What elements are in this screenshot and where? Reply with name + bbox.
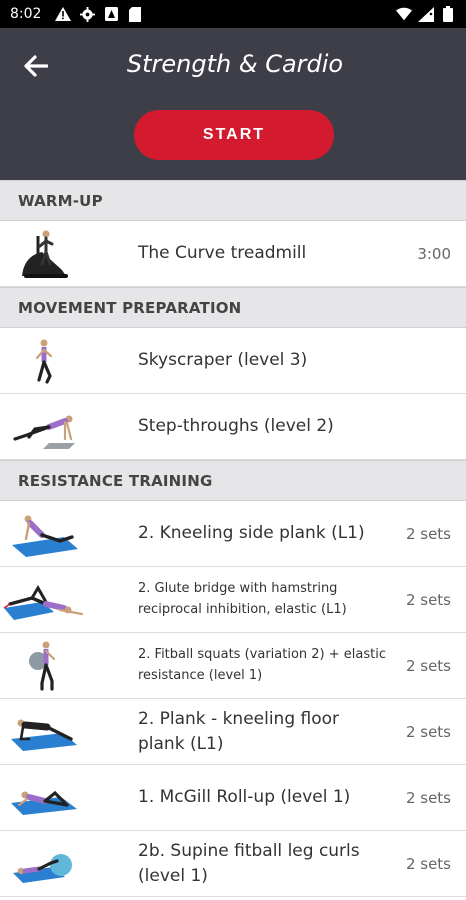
wifi-icon <box>396 6 412 22</box>
exercise-thumbnail-mcgill-roll-up <box>0 765 88 831</box>
exercise-thumbnail-kneeling-floor-plank <box>0 699 88 765</box>
section-header-resistance-training: RESISTANCE TRAINING <box>0 460 466 501</box>
settings-gear-icon <box>79 6 95 22</box>
status-bar: 8:02 <box>0 0 466 28</box>
exercise-thumbnail-supine-fitball-leg-curls <box>0 831 88 897</box>
start-button[interactable]: START <box>134 110 334 160</box>
exercise-name: Skyscraper (level 3) <box>138 350 308 371</box>
exercise-name: 2b. Supine fitball leg curls (level 1) <box>138 840 360 886</box>
signal-icon <box>418 6 434 22</box>
exercise-thumbnail-kneeling-side-plank <box>0 501 88 567</box>
exercise-row[interactable]: 2. Fitball squats (variation 2) + elasti… <box>0 633 466 699</box>
section-header-movement-preparation: MOVEMENT PREPARATION <box>0 287 466 328</box>
sd-card-icon <box>127 6 143 22</box>
exercise-thumbnail-step-throughs <box>0 394 88 460</box>
exercise-row[interactable]: Step-throughs (level 2) <box>0 394 466 460</box>
exercise-thumbnail-glute-bridge <box>0 567 88 633</box>
exercise-sets: 2 sets <box>405 656 451 675</box>
exercise-row[interactable]: 2. Plank - kneeling floor plank (L1) 2 s… <box>0 699 466 765</box>
app-notification-icon <box>103 6 119 22</box>
exercise-row[interactable]: 2b. Supine fitball leg curls (level 1) 2… <box>0 831 466 897</box>
status-time: 8:02 <box>10 6 42 22</box>
exercise-sets: 2 sets <box>405 788 451 807</box>
exercise-sets: 2 sets <box>405 722 451 741</box>
exercise-thumbnail-skyscraper <box>0 328 88 394</box>
exercise-name: 2. Plank - kneeling floor plank (L1) <box>138 708 340 754</box>
exercise-row[interactable]: 2. Glute bridge with hamstring reciproca… <box>0 567 466 633</box>
exercise-thumbnail-fitball-squats <box>0 633 88 699</box>
warning-icon <box>55 6 72 22</box>
exercise-sets: 2 sets <box>405 854 451 873</box>
exercise-thumbnail-treadmill <box>0 221 88 287</box>
exercise-name: 2. Fitball squats (variation 2) + elasti… <box>138 646 386 683</box>
exercise-name: 1. McGill Roll-up (level 1) <box>138 787 351 808</box>
workout-header: Strength & Cardio START <box>0 28 466 180</box>
exercise-sets: 2 sets <box>405 524 451 543</box>
section-header-warm-up: WARM-UP <box>0 180 466 221</box>
exercise-name: The Curve treadmill <box>138 243 307 264</box>
exercise-row[interactable]: Skyscraper (level 3) <box>0 328 466 394</box>
exercise-name: 2. Kneeling side plank (L1) <box>138 523 365 544</box>
page-title: Strength & Cardio <box>126 50 344 78</box>
exercise-row[interactable]: 1. McGill Roll-up (level 1) 2 sets <box>0 765 466 831</box>
exercise-name: 2. Glute bridge with hamstring reciproca… <box>138 580 347 617</box>
exercise-row[interactable]: 2. Kneeling side plank (L1) 2 sets <box>0 501 466 567</box>
exercise-row[interactable]: The Curve treadmill 3:00 <box>0 221 466 287</box>
exercise-duration: 3:00 <box>417 244 451 263</box>
exercise-name: Step-throughs (level 2) <box>138 416 334 437</box>
battery-icon <box>440 6 456 22</box>
exercise-sets: 2 sets <box>405 590 451 609</box>
